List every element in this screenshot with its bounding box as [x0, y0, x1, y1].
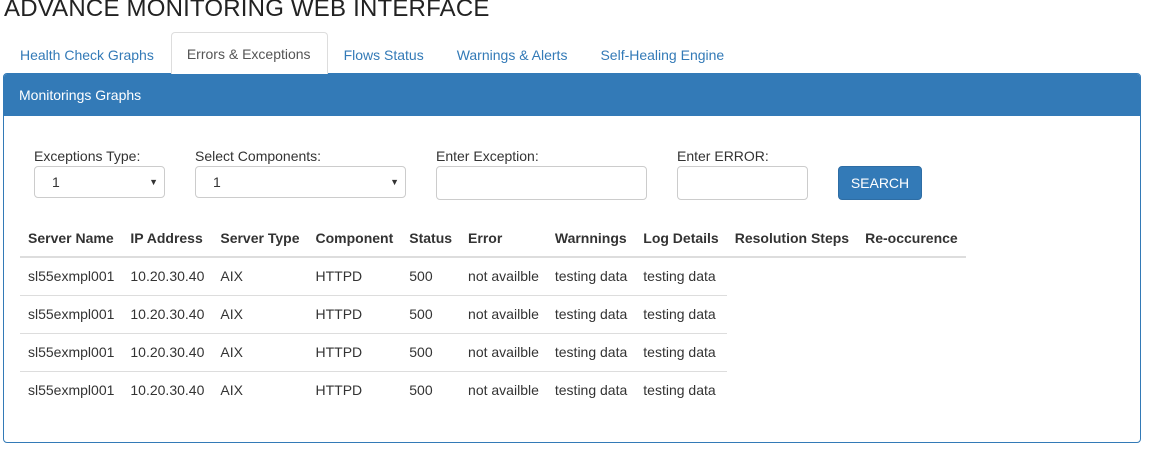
col-header-log-details: Log Details: [635, 220, 727, 258]
exception-label: Enter Exception:: [436, 148, 539, 164]
cell-server-type: AIX: [212, 332, 308, 371]
page-title: ADVANCE MONITORING WEB INTERFACE: [4, 0, 490, 22]
col-header-status: Status: [401, 220, 461, 258]
panel-heading: Monitorings Graphs: [4, 74, 1140, 116]
cell-error: not availble: [460, 332, 547, 371]
cell-error: not availble: [460, 256, 547, 295]
cell-ip-address: 10.20.30.40: [122, 370, 213, 409]
cell-ip-address: 10.20.30.40: [122, 332, 213, 371]
cell-component: HTTPD: [307, 294, 402, 333]
table-row: sl55exmpl001 10.20.30.40 AIX HTTPD 500 n…: [20, 256, 966, 295]
cell-warnnings: testing data: [546, 294, 636, 333]
exceptions-type-label: Exceptions Type:: [34, 148, 141, 164]
cell-component: HTTPD: [307, 332, 402, 371]
exceptions-type-value: 1: [52, 174, 60, 190]
exceptions-type-group: Exceptions Type: 1 ▼: [34, 146, 165, 198]
error-label: Enter ERROR:: [677, 148, 769, 164]
table-header-row: Server Name IP Address Server Type Compo…: [20, 220, 966, 258]
components-select[interactable]: 1 ▼: [195, 166, 406, 198]
cell-server-type: AIX: [212, 256, 308, 295]
cell-ip-address: 10.20.30.40: [122, 294, 213, 333]
search-button[interactable]: SEARCH: [838, 166, 922, 200]
cell-error: not availble: [460, 294, 547, 333]
components-value: 1: [213, 174, 221, 190]
cell-warnnings: testing data: [546, 332, 636, 371]
table-row: sl55exmpl001 10.20.30.40 AIX HTTPD 500 n…: [20, 332, 966, 371]
col-header-error: Error: [460, 220, 547, 258]
cell-log-details: testing data: [635, 256, 727, 295]
caret-down-icon: ▼: [390, 177, 399, 187]
col-header-component: Component: [307, 220, 402, 258]
cell-server-name: sl55exmpl001: [20, 370, 123, 409]
tab-bar: Health Check Graphs Errors & Exceptions …: [4, 32, 1140, 74]
results-table: Server Name IP Address Server Type Compo…: [20, 220, 966, 409]
col-header-warnnings: Warnnings: [546, 220, 636, 258]
filter-bar: Exceptions Type: 1 ▼ Select Components: …: [4, 146, 1140, 206]
components-group: Select Components: 1 ▼: [195, 146, 406, 198]
cell-log-details: testing data: [635, 332, 727, 371]
table-row: sl55exmpl001 10.20.30.40 AIX HTTPD 500 n…: [20, 370, 966, 409]
cell-server-name: sl55exmpl001: [20, 294, 123, 333]
error-group: Enter ERROR:: [677, 146, 808, 200]
cell-warnnings: testing data: [546, 256, 636, 295]
cell-warnnings: testing data: [546, 370, 636, 409]
cell-status: 500: [401, 256, 461, 295]
cell-server-name: sl55exmpl001: [20, 332, 123, 371]
tab-flows-status[interactable]: Flows Status: [328, 34, 441, 74]
cell-status: 500: [401, 332, 461, 371]
cell-status: 500: [401, 370, 461, 409]
cell-component: HTTPD: [307, 256, 402, 295]
components-label: Select Components:: [195, 148, 322, 164]
exception-input[interactable]: [436, 166, 647, 200]
col-header-resolution-steps: Resolution Steps: [726, 220, 858, 258]
cell-log-details: testing data: [635, 294, 727, 333]
tab-errors-exceptions[interactable]: Errors & Exceptions: [170, 32, 328, 74]
col-header-server-name: Server Name: [20, 220, 123, 258]
table-row: sl55exmpl001 10.20.30.40 AIX HTTPD 500 n…: [20, 294, 966, 333]
cell-server-name: sl55exmpl001: [20, 256, 123, 295]
cell-server-type: AIX: [212, 294, 308, 333]
cell-server-type: AIX: [212, 370, 308, 409]
col-header-server-type: Server Type: [212, 220, 308, 258]
error-input[interactable]: [677, 166, 808, 200]
col-header-ip-address: IP Address: [122, 220, 213, 258]
caret-down-icon: ▼: [149, 177, 158, 187]
tab-self-healing-engine[interactable]: Self-Healing Engine: [584, 34, 741, 74]
cell-log-details: testing data: [635, 370, 727, 409]
cell-status: 500: [401, 294, 461, 333]
cell-ip-address: 10.20.30.40: [122, 256, 213, 295]
tab-warnings-alerts[interactable]: Warnings & Alerts: [441, 34, 585, 74]
exceptions-type-select[interactable]: 1 ▼: [34, 166, 165, 198]
col-header-re-occurence: Re-occurence: [857, 220, 966, 258]
tab-health-check-graphs[interactable]: Health Check Graphs: [4, 34, 171, 74]
monitoring-panel: Monitorings Graphs Exceptions Type: 1 ▼ …: [3, 73, 1141, 443]
cell-error: not availble: [460, 370, 547, 409]
exception-group: Enter Exception:: [436, 146, 647, 200]
cell-component: HTTPD: [307, 370, 402, 409]
